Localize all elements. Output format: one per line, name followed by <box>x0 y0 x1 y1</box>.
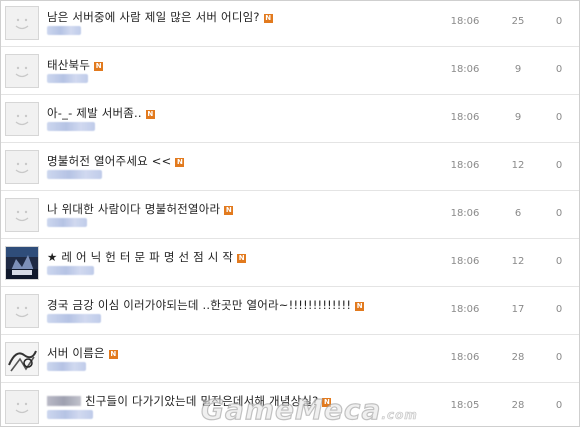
post-title-link[interactable]: 경국 금강 이심 이러가야되는데 ..한곳만 열어라~!!!!!!!!!!!!!… <box>47 294 365 313</box>
new-badge: N <box>224 206 234 215</box>
post-time: 18:06 <box>450 304 480 315</box>
post-title[interactable]: 서버 이름은 <box>47 346 105 360</box>
post-time: 18:05 <box>450 400 480 411</box>
smiley-placeholder-icon[interactable] <box>5 54 39 88</box>
new-badge: N <box>237 254 247 263</box>
post-title-link[interactable]: 아-_- 제발 서버좀.. N <box>47 102 155 121</box>
post-time: 18:06 <box>450 64 480 75</box>
view-count: 9 <box>514 112 522 123</box>
recommend-count: 0 <box>555 64 563 75</box>
post-time: 18:06 <box>450 352 480 363</box>
post-row[interactable]: ★ 레 어 닉 헌 터 문 파 명 선 점 시 작 N 18:06 12 0 <box>1 239 579 287</box>
post-row[interactable]: 태산북두 N 18:06 9 0 <box>1 47 579 95</box>
view-count: 28 <box>511 352 525 363</box>
post-title[interactable]: 경국 금강 이심 이러가야되는데 ..한곳만 열어라~!!!!!!!!!!!!! <box>47 298 351 312</box>
sketch-avatar-thumbnail[interactable] <box>5 342 39 376</box>
post-title[interactable]: ★ 레 어 닉 헌 터 문 파 명 선 점 시 작 <box>47 250 233 264</box>
author-name-blurred[interactable] <box>47 266 94 275</box>
post-title[interactable]: 명불허전 열어주세요 << <box>47 154 171 168</box>
new-badge: N <box>108 350 118 359</box>
new-badge: N <box>145 110 155 119</box>
smiley-placeholder-icon[interactable] <box>5 294 39 328</box>
post-title-link[interactable]: 나 위대한 사람이다 명불허전열아라 N <box>47 198 234 217</box>
view-count: 28 <box>511 400 525 411</box>
post-title-link[interactable]: 친구들이 다가기았는데 밀전은데서해 개념상실? N <box>47 390 332 409</box>
post-row[interactable]: 친구들이 다가기았는데 밀전은데서해 개념상실? N 18:05 28 0 <box>1 383 579 426</box>
post-title[interactable]: 아-_- 제발 서버좀.. <box>47 106 142 120</box>
post-time: 18:06 <box>450 256 480 267</box>
recommend-count: 0 <box>555 400 563 411</box>
post-time: 18:06 <box>450 160 480 171</box>
post-title[interactable]: 남은 서버중에 사람 제일 많은 서버 어디임? <box>47 10 260 24</box>
smiley-placeholder-icon[interactable] <box>5 198 39 232</box>
recommend-count: 0 <box>555 160 563 171</box>
post-row[interactable]: 남은 서버중에 사람 제일 많은 서버 어디임? N 18:06 25 0 <box>1 1 579 47</box>
author-name-blurred[interactable] <box>47 26 81 35</box>
post-row[interactable]: 아-_- 제발 서버좀.. N 18:06 9 0 <box>1 95 579 143</box>
smiley-placeholder-icon[interactable] <box>5 150 39 184</box>
view-count: 12 <box>511 256 525 267</box>
recommend-count: 0 <box>555 112 563 123</box>
new-badge: N <box>355 302 365 311</box>
new-badge: N <box>175 158 185 167</box>
author-name-blurred[interactable] <box>47 362 86 371</box>
redacted-text <box>47 396 81 406</box>
post-time: 18:06 <box>450 208 480 219</box>
game-avatar-thumbnail[interactable] <box>5 246 39 280</box>
author-name-blurred[interactable] <box>47 74 88 83</box>
author-name-blurred[interactable] <box>47 410 93 419</box>
new-badge: N <box>263 14 273 23</box>
post-time: 18:06 <box>450 112 480 123</box>
post-title[interactable]: 태산북두 <box>47 58 90 72</box>
recommend-count: 0 <box>555 208 563 219</box>
post-title-link[interactable]: 서버 이름은 N <box>47 342 118 361</box>
post-row[interactable]: 나 위대한 사람이다 명불허전열아라 N 18:06 6 0 <box>1 191 579 239</box>
post-title-link[interactable]: ★ 레 어 닉 헌 터 문 파 명 선 점 시 작 N <box>47 246 247 265</box>
post-row[interactable]: 서버 이름은 N 18:06 28 0 <box>1 335 579 383</box>
post-row[interactable]: 명불허전 열어주세요 << N 18:06 12 0 <box>1 143 579 191</box>
author-name-blurred[interactable] <box>47 218 87 227</box>
author-name-blurred[interactable] <box>47 122 95 131</box>
smiley-placeholder-icon[interactable] <box>5 6 39 40</box>
recommend-count: 0 <box>555 304 563 315</box>
recommend-count: 0 <box>555 16 563 27</box>
view-count: 6 <box>514 208 522 219</box>
author-name-blurred[interactable] <box>47 170 102 179</box>
post-title-link[interactable]: 태산북두 N <box>47 54 104 73</box>
view-count: 12 <box>511 160 525 171</box>
post-title[interactable]: 나 위대한 사람이다 명불허전열아라 <box>47 202 220 216</box>
post-time: 18:06 <box>450 16 480 27</box>
view-count: 17 <box>511 304 525 315</box>
recommend-count: 0 <box>555 352 563 363</box>
post-list: 남은 서버중에 사람 제일 많은 서버 어디임? N 18:06 25 0 태산북두 N 18… <box>0 0 580 427</box>
post-title-link[interactable]: 남은 서버중에 사람 제일 많은 서버 어디임? N <box>47 6 273 25</box>
view-count: 25 <box>511 16 525 27</box>
post-title-link[interactable]: 명불허전 열어주세요 << N <box>47 150 185 169</box>
post-title[interactable]: 친구들이 다가기았는데 밀전은데서해 개념상실? <box>85 394 318 408</box>
author-name-blurred[interactable] <box>47 314 101 323</box>
smiley-placeholder-icon[interactable] <box>5 390 39 424</box>
post-row[interactable]: 경국 금강 이심 이러가야되는데 ..한곳만 열어라~!!!!!!!!!!!!!… <box>1 287 579 335</box>
view-count: 9 <box>514 64 522 75</box>
recommend-count: 0 <box>555 256 563 267</box>
new-badge: N <box>322 398 332 407</box>
new-badge: N <box>94 62 104 71</box>
smiley-placeholder-icon[interactable] <box>5 102 39 136</box>
